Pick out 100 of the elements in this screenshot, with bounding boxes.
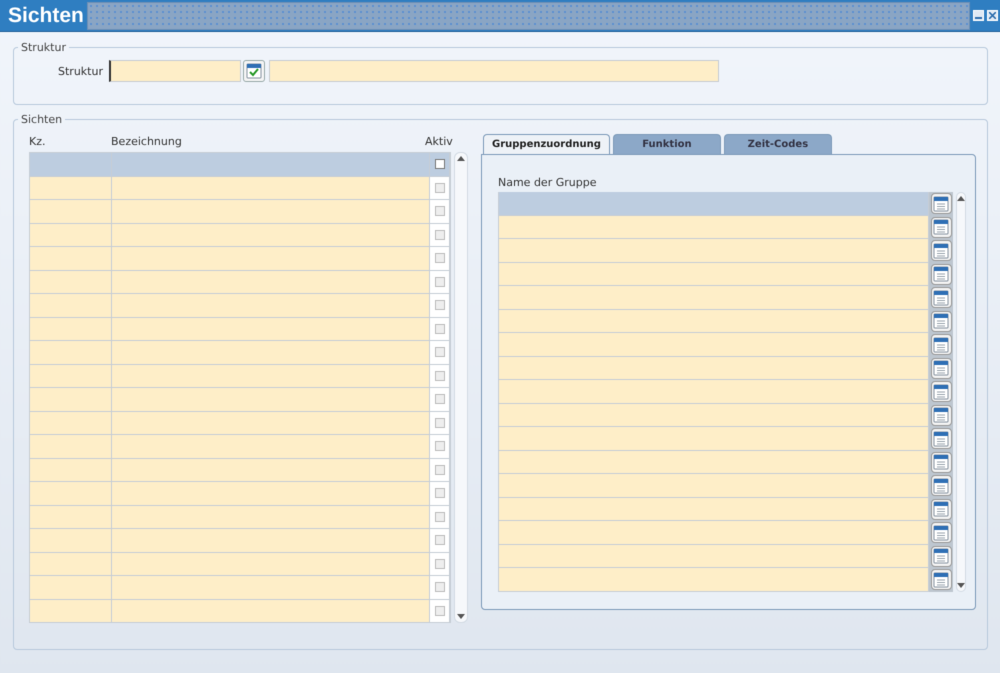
- table-cell[interactable]: [112, 506, 430, 528]
- detail-button[interactable]: [930, 334, 952, 356]
- table-cell[interactable]: [499, 239, 929, 262]
- checkbox[interactable]: [434, 558, 444, 569]
- detail-button[interactable]: [930, 287, 952, 308]
- checkbox[interactable]: [434, 512, 444, 522]
- checkbox[interactable]: [434, 230, 444, 240]
- table-cell[interactable]: [112, 270, 430, 293]
- table-cell[interactable]: [499, 404, 929, 427]
- table-cell[interactable]: [30, 318, 112, 340]
- table-cell[interactable]: [112, 412, 430, 434]
- table-cell[interactable]: [30, 506, 112, 528]
- detail-button[interactable]: [930, 310, 952, 332]
- detail-button[interactable]: [930, 381, 952, 402]
- scroll-down-icon[interactable]: [457, 614, 465, 619]
- table-cell[interactable]: [499, 568, 929, 592]
- table-cell[interactable]: [112, 224, 430, 246]
- minimize-button[interactable]: [973, 10, 984, 21]
- detail-button[interactable]: [930, 216, 952, 238]
- struktur-name-field[interactable]: [268, 60, 719, 82]
- table-cell[interactable]: [30, 412, 112, 434]
- scrollbar[interactable]: [454, 152, 468, 623]
- checkbox[interactable]: [434, 347, 444, 358]
- detail-button[interactable]: [930, 498, 952, 520]
- table-cell[interactable]: [499, 286, 929, 310]
- scroll-up-icon[interactable]: [457, 156, 465, 161]
- table-cell[interactable]: [30, 529, 112, 552]
- checkbox[interactable]: [434, 464, 444, 475]
- detail-button[interactable]: [930, 240, 952, 262]
- table-cell[interactable]: [30, 200, 112, 222]
- checkbox[interactable]: [434, 535, 444, 546]
- table-cell[interactable]: [499, 192, 929, 216]
- table-cell[interactable]: [499, 262, 929, 286]
- scroll-down-icon[interactable]: [957, 582, 965, 588]
- checkbox[interactable]: [434, 488, 444, 498]
- table-cell[interactable]: [30, 224, 112, 246]
- table-cell[interactable]: [499, 333, 929, 356]
- table-cell[interactable]: [112, 153, 430, 176]
- checkbox[interactable]: [434, 324, 444, 334]
- table-cell[interactable]: [112, 294, 430, 316]
- table-cell[interactable]: [499, 544, 929, 568]
- table-cell[interactable]: [30, 435, 112, 458]
- table-cell[interactable]: [112, 341, 430, 364]
- checkbox[interactable]: [434, 300, 444, 310]
- table-cell[interactable]: [30, 341, 112, 364]
- tab[interactable]: Gruppenzuordnung: [483, 134, 610, 154]
- close-button[interactable]: [987, 10, 998, 21]
- tab[interactable]: Zeit-Codes: [724, 134, 832, 154]
- checkbox[interactable]: [434, 253, 444, 264]
- table-cell[interactable]: [30, 364, 112, 387]
- table-cell[interactable]: [499, 498, 929, 521]
- table-cell[interactable]: [30, 176, 112, 199]
- checkbox[interactable]: [434, 206, 444, 216]
- table-cell[interactable]: [30, 552, 112, 575]
- detail-button[interactable]: [930, 475, 952, 496]
- detail-button[interactable]: [930, 358, 952, 379]
- checkbox[interactable]: [434, 418, 444, 428]
- detail-button[interactable]: [930, 546, 952, 567]
- checkbox[interactable]: [434, 159, 444, 170]
- table-cell[interactable]: [499, 216, 929, 239]
- detail-button[interactable]: [930, 404, 952, 426]
- table-cell[interactable]: [112, 576, 430, 598]
- table-cell[interactable]: [112, 482, 430, 504]
- table-cell[interactable]: [112, 458, 430, 481]
- table-cell[interactable]: [112, 600, 430, 622]
- table-cell[interactable]: [30, 153, 112, 176]
- table-cell[interactable]: [30, 388, 112, 410]
- lookup-button[interactable]: [242, 60, 265, 82]
- table-cell[interactable]: [30, 247, 112, 270]
- table-cell[interactable]: [112, 318, 430, 340]
- detail-button[interactable]: [930, 193, 952, 214]
- table-cell[interactable]: [499, 427, 929, 450]
- checkbox[interactable]: [434, 276, 444, 287]
- checkbox[interactable]: [434, 394, 444, 404]
- table-cell[interactable]: [112, 529, 430, 552]
- table-cell[interactable]: [30, 458, 112, 481]
- table-cell[interactable]: [499, 310, 929, 333]
- checkbox[interactable]: [434, 441, 444, 452]
- table-cell[interactable]: [30, 294, 112, 316]
- detail-button[interactable]: [930, 264, 952, 285]
- checkbox[interactable]: [434, 606, 444, 616]
- table-cell[interactable]: [499, 521, 929, 544]
- table-cell[interactable]: [499, 450, 929, 474]
- scrollbar[interactable]: [956, 192, 966, 592]
- detail-button[interactable]: [930, 522, 952, 544]
- struktur-code-field[interactable]: [108, 60, 241, 82]
- scroll-up-icon[interactable]: [957, 196, 965, 201]
- detail-button[interactable]: [930, 452, 952, 473]
- table-cell[interactable]: [112, 552, 430, 575]
- table-cell[interactable]: [112, 364, 430, 387]
- table-cell[interactable]: [30, 270, 112, 293]
- table-cell[interactable]: [499, 356, 929, 380]
- table-cell[interactable]: [30, 482, 112, 504]
- table-cell[interactable]: [112, 200, 430, 222]
- checkbox[interactable]: [434, 370, 444, 381]
- table-cell[interactable]: [499, 474, 929, 498]
- tab[interactable]: Funktion: [612, 134, 721, 154]
- detail-button[interactable]: [930, 569, 952, 590]
- table-cell[interactable]: [30, 600, 112, 622]
- table-cell[interactable]: [112, 176, 430, 199]
